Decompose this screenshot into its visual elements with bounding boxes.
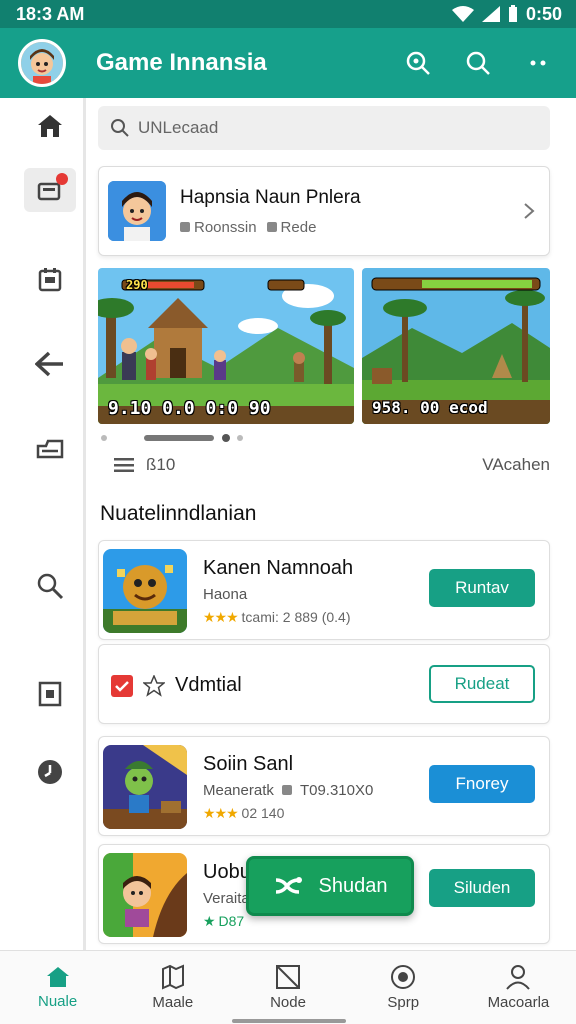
target-icon <box>391 965 416 989</box>
sidebar <box>0 98 86 950</box>
game-screenshot[interactable]: 958. 00 ecod <box>362 268 550 424</box>
checkbox-icon[interactable] <box>111 674 133 697</box>
hud-score: 9.10 0.0 0:0 90 <box>108 398 271 419</box>
inbox-icon[interactable] <box>24 168 76 212</box>
search-bar[interactable] <box>98 106 550 150</box>
home-indicator[interactable] <box>232 1019 346 1023</box>
tray-icon[interactable] <box>24 426 76 470</box>
app-title: Soiin Sanl <box>203 753 294 775</box>
hud-score: 958. 00 ecod <box>372 398 488 417</box>
app-action-button[interactable]: Rudeat <box>429 665 535 703</box>
frame-icon <box>276 965 300 989</box>
nav-label: Macoarla <box>487 994 550 1011</box>
menu-icon[interactable] <box>114 458 134 472</box>
search-icon <box>111 119 129 137</box>
app-subtitle: Veraita <box>203 890 250 907</box>
carousel-indicator <box>86 430 576 442</box>
status-time: 18:3 AM <box>16 3 85 24</box>
app-action-button[interactable]: Fnorey <box>429 765 535 803</box>
home-icon <box>46 967 69 987</box>
wifi-icon <box>451 6 474 22</box>
floating-action-button[interactable]: Shudan <box>246 856 414 916</box>
status-clock: 0:50 <box>525 3 562 24</box>
app-thumbnail <box>103 549 187 633</box>
search-input[interactable] <box>138 118 518 138</box>
tag-icon <box>282 785 293 795</box>
app-thumbnail <box>103 745 187 829</box>
category-icon <box>180 222 190 232</box>
search-icon[interactable] <box>456 41 500 85</box>
more-icon[interactable] <box>516 41 560 85</box>
app-title: Uobu <box>203 861 251 883</box>
hud-top: 290 <box>126 278 148 292</box>
notification-badge <box>56 173 68 185</box>
nav-item-sprp[interactable]: Sprp <box>346 951 461 1024</box>
app-title: Game Innansia <box>96 49 267 76</box>
app-subtitle: Haona <box>203 586 248 603</box>
avatar-character-icon <box>21 42 63 84</box>
nav-item-map[interactable]: Maale <box>115 951 230 1024</box>
map-icon <box>161 964 184 990</box>
app-card[interactable]: Vdmtial Rudeat <box>98 644 550 724</box>
rating-stars: ★ <box>203 913 216 929</box>
app-action-button[interactable]: Runtav <box>429 569 535 607</box>
section-title: Nuatelinndlanian <box>100 502 257 525</box>
clock-icon[interactable] <box>24 750 76 794</box>
game-screenshot[interactable]: 290 9.10 0.0 0:0 90 <box>98 268 354 424</box>
featured-title: Hapnsia Naun Pnlera <box>180 186 361 208</box>
bottom-navigation: Nuale Maale Node Sprp Macoarla <box>0 950 576 1024</box>
nav-label: Maale <box>152 994 194 1011</box>
filter-label[interactable]: ß10 <box>146 455 175 475</box>
featured-card[interactable]: Hapnsia Naun Pnlera Roonssin Rede <box>98 166 550 256</box>
nav-label: Node <box>270 994 306 1011</box>
image-icon[interactable] <box>24 672 76 716</box>
battery-icon <box>508 5 517 22</box>
nav-label: Sprp <box>387 994 420 1011</box>
nav-item-node[interactable]: Node <box>230 951 345 1024</box>
app-title: Kanen Namnoah <box>203 557 354 579</box>
star-icon[interactable] <box>143 674 165 697</box>
status-bar: 18:3 AM 0:50 <box>0 0 576 28</box>
filter-right-label[interactable]: VAcahen <box>482 455 550 475</box>
app-title: Vdmtial <box>175 674 242 696</box>
nav-label: Nuale <box>38 993 78 1010</box>
tag-icon <box>266 222 277 232</box>
app-meta: tcami: 2 889 (0.4) <box>241 609 351 625</box>
app-subtitle: Meaneratk <box>203 782 274 799</box>
app-meta: 02 140 <box>241 805 285 821</box>
game-search-icon[interactable] <box>396 41 440 85</box>
avatar[interactable] <box>18 39 66 87</box>
app-sub-meta: T09.310X0 <box>299 782 374 799</box>
main-content: Hapnsia Naun Pnlera Roonssin Rede <box>86 98 576 950</box>
nav-item-home[interactable]: Nuale <box>0 951 115 1024</box>
nav-item-profile[interactable]: Macoarla <box>461 951 576 1024</box>
back-arrow-icon[interactable] <box>24 342 76 386</box>
shuffle-icon <box>275 877 302 894</box>
app-bar: Game Innansia <box>0 28 576 98</box>
chevron-right-icon <box>524 203 535 219</box>
fab-label: Shudan <box>318 874 388 897</box>
app-meta: D87 <box>218 913 245 929</box>
app-card[interactable]: Kanen Namnoah Haona ★★★ tcami: 2 889 (0.… <box>98 540 550 640</box>
home-icon[interactable] <box>24 104 76 148</box>
search-icon[interactable] <box>24 564 76 608</box>
featured-thumbnail <box>108 181 166 241</box>
app-thumbnail <box>103 853 187 937</box>
profile-icon <box>506 965 531 990</box>
featured-tag: Rede <box>280 218 317 236</box>
calendar-icon[interactable] <box>24 258 76 302</box>
rating-stars: ★★★ <box>203 805 239 821</box>
signal-icon <box>481 6 500 22</box>
app-card[interactable]: Soiin Sanl Meaneratk T09.310X0 ★★★ 02 14… <box>98 736 550 836</box>
filter-row: ß10 VAcahen <box>114 450 550 480</box>
featured-developer: Roonssin <box>194 218 257 236</box>
app-action-button[interactable]: Siluden <box>429 869 535 907</box>
rating-stars: ★★★ <box>203 609 239 625</box>
